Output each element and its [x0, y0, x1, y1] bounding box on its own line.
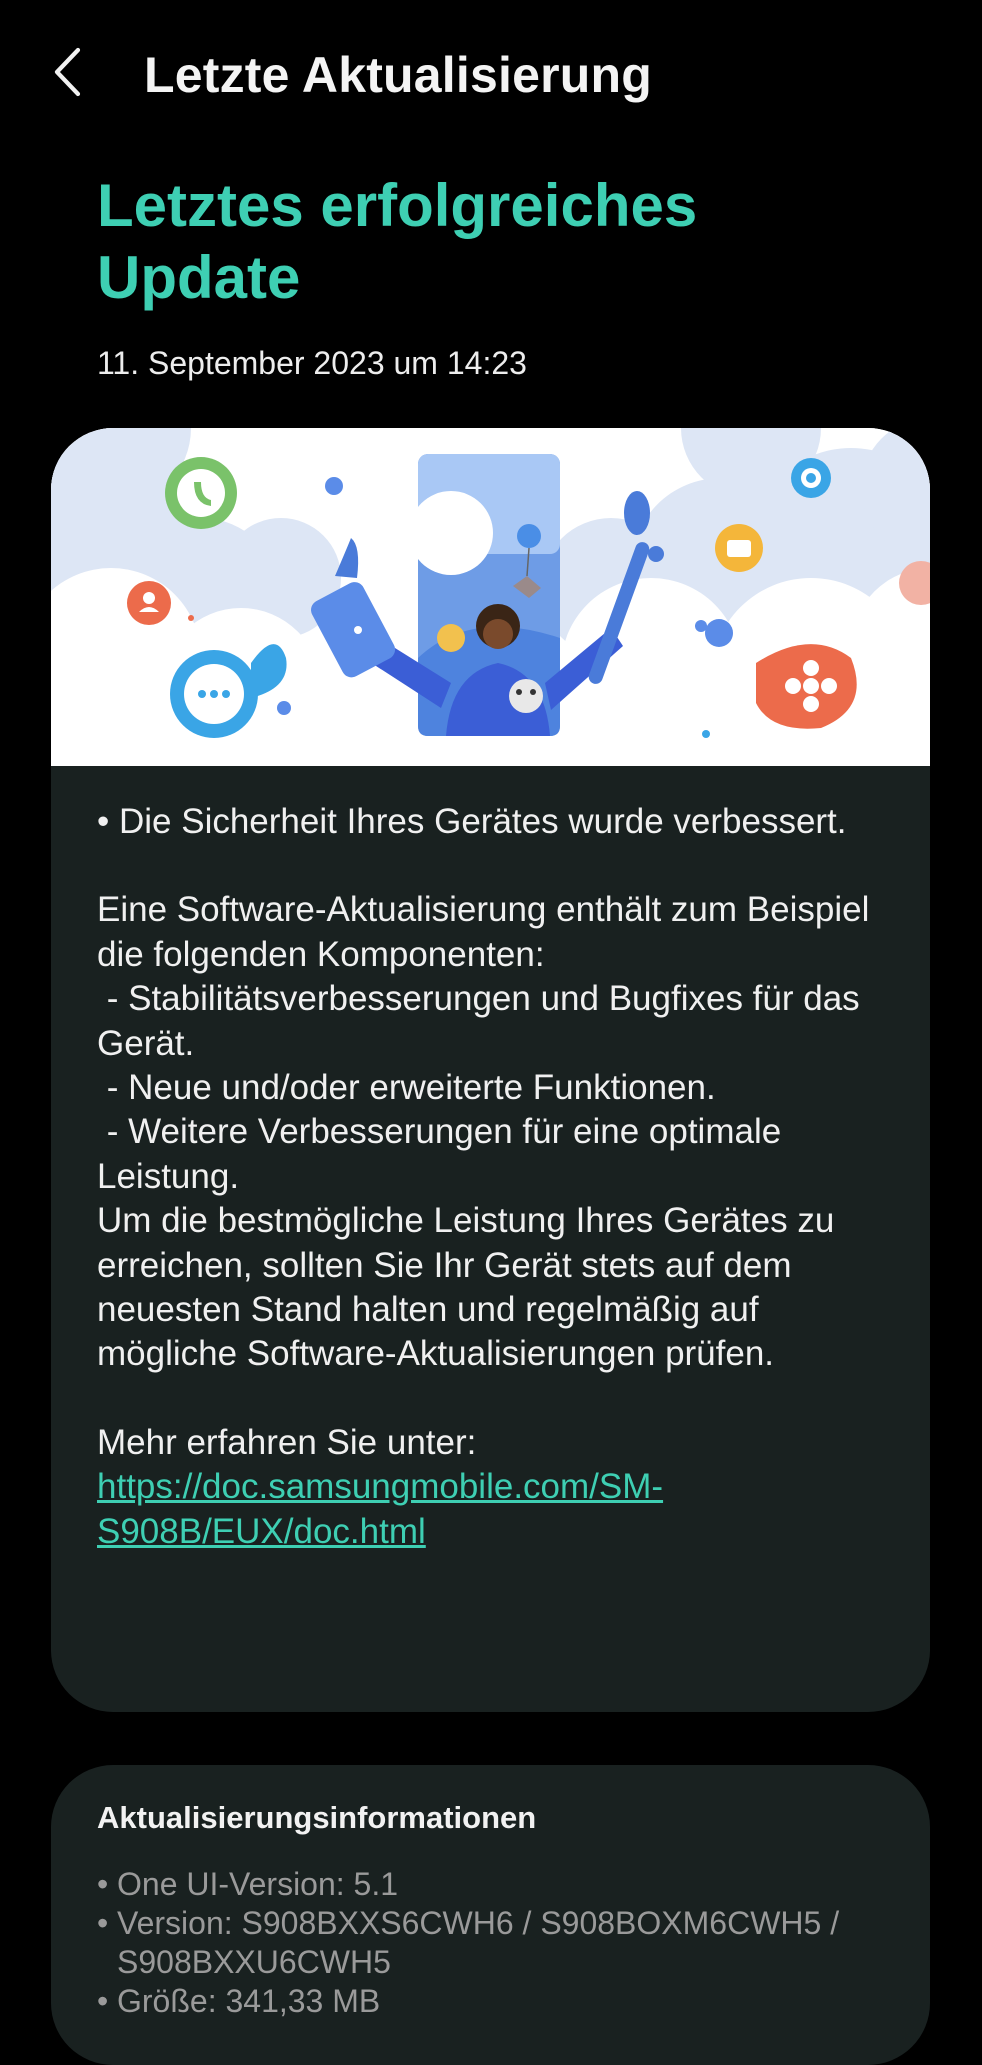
info-build-version: Version: S908BXXS6CWH6 / S908BOXM6CWH5 /…	[97, 1904, 897, 1982]
notes-intro: Eine Software-Aktualisierung enthält zum…	[97, 890, 880, 974]
update-date: 11. September 2023 um 14:23	[97, 345, 527, 381]
update-info-list: One UI-Version: 5.1 Version: S908BXXS6CW…	[97, 1865, 897, 2021]
release-notes-text: • Die Sicherheit Ihres Gerätes wurde ver…	[97, 800, 897, 1554]
top-app-bar: Letzte Aktualisierung	[0, 30, 982, 120]
update-illustration-graphic	[51, 428, 930, 778]
release-notes-card: • Die Sicherheit Ihres Gerätes wurde ver…	[51, 428, 930, 1712]
screen-title: Letzte Aktualisierung	[144, 47, 652, 103]
info-one-ui-version: One UI-Version: 5.1	[97, 1865, 897, 1904]
more-info-link[interactable]: https://doc.samsungmobile.com/SM-S908B/E…	[97, 1467, 663, 1550]
notes-security-line: • Die Sicherheit Ihres Gerätes wurde ver…	[97, 802, 847, 841]
chevron-left-icon	[54, 47, 81, 97]
update-info-card: Aktualisierungsinformationen One UI-Vers…	[51, 1765, 930, 2065]
notes-item-performance: - Weitere Verbesserungen für eine optima…	[97, 1112, 791, 1196]
notes-item-features: - Neue und/oder erweiterte Funktionen.	[97, 1068, 716, 1108]
notes-recommendation: Um die bestmögliche Leistung Ihres Gerät…	[97, 1201, 845, 1374]
notes-more-label: Mehr erfahren Sie unter:	[97, 1422, 477, 1462]
info-size: Größe: 341,33 MB	[97, 1982, 897, 2021]
update-status-title: Letztes erfolgreiches Update	[97, 172, 698, 311]
notes-item-stability: - Stabilitätsverbesserungen und Bugfixes…	[97, 979, 870, 1063]
update-info-title: Aktualisierungsinformationen	[97, 1800, 537, 1835]
back-button[interactable]	[40, 42, 100, 102]
update-illustration	[51, 428, 930, 778]
